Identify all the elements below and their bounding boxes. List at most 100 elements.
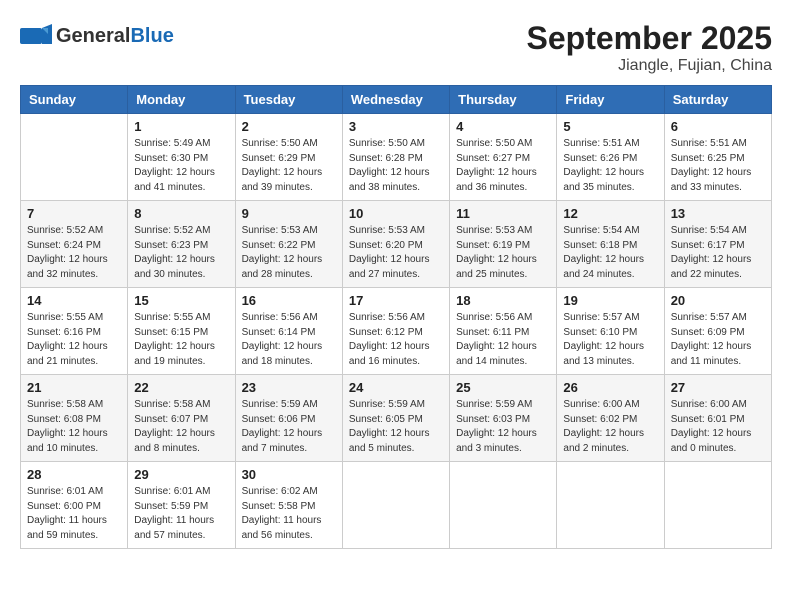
day-header-monday: Monday (128, 86, 235, 114)
day-info: Sunrise: 6:01 AM Sunset: 6:00 PM Dayligh… (27, 485, 121, 543)
day-number: 30 (242, 467, 336, 482)
day-info: Sunrise: 5:57 AM Sunset: 6:09 PM Dayligh… (671, 311, 765, 369)
calendar-cell: 4 Sunrise: 5:50 AM Sunset: 6:27 PM Daylig… (450, 114, 557, 201)
day-header-wednesday: Wednesday (342, 86, 449, 114)
calendar-cell: 6Sunrise: 5:51 AM Sunset: 6:25 PM Daylig… (664, 114, 771, 201)
day-number: 23 (242, 380, 336, 395)
day-info: Sunrise: 5:56 AM Sunset: 6:11 PM Dayligh… (456, 311, 550, 369)
day-number: 28 (27, 467, 121, 482)
day-info: Sunrise: 5:53 AM Sunset: 6:22 PM Dayligh… (242, 224, 336, 282)
day-number: 17 (349, 293, 443, 308)
logo-blue-text: Blue (130, 25, 173, 47)
day-info: Sunrise: 5:59 AM Sunset: 6:05 PM Dayligh… (349, 398, 443, 456)
day-number: 20 (671, 293, 765, 308)
day-number: 21 (27, 380, 121, 395)
day-number: 5 (563, 119, 657, 134)
day-info: Sunrise: 5:53 AM Sunset: 6:20 PM Dayligh… (349, 224, 443, 282)
day-header-sunday: Sunday (21, 86, 128, 114)
day-number: 8 (134, 206, 228, 221)
calendar-cell: 9 Sunrise: 5:53 AM Sunset: 6:22 PM Daylig… (235, 201, 342, 288)
day-header-saturday: Saturday (664, 86, 771, 114)
day-number: 6 (671, 119, 765, 134)
calendar-week-1: 1Sunrise: 5:49 AM Sunset: 6:30 PM Daylig… (21, 114, 772, 201)
day-number: 4 (456, 119, 550, 134)
calendar-cell: 20 Sunrise: 5:57 AM Sunset: 6:09 PM Dayli… (664, 288, 771, 375)
calendar-cell: 19 Sunrise: 5:57 AM Sunset: 6:10 PM Dayli… (557, 288, 664, 375)
calendar-week-2: 7Sunrise: 5:52 AM Sunset: 6:24 PM Daylig… (21, 201, 772, 288)
day-info: Sunrise: 5:52 AM Sunset: 6:23 PM Dayligh… (134, 224, 228, 282)
calendar-cell (664, 462, 771, 549)
day-info: Sunrise: 5:59 AM Sunset: 6:06 PM Dayligh… (242, 398, 336, 456)
calendar-cell: 21Sunrise: 5:58 AM Sunset: 6:08 PM Dayli… (21, 375, 128, 462)
day-header-tuesday: Tuesday (235, 86, 342, 114)
calendar-cell (557, 462, 664, 549)
day-number: 3 (349, 119, 443, 134)
day-info: Sunrise: 5:56 AM Sunset: 6:12 PM Dayligh… (349, 311, 443, 369)
calendar-cell: 29 Sunrise: 6:01 AM Sunset: 5:59 PM Dayli… (128, 462, 235, 549)
day-info: Sunrise: 5:50 AM Sunset: 6:27 PM Dayligh… (456, 137, 550, 195)
calendar-cell: 1Sunrise: 5:49 AM Sunset: 6:30 PM Daylig… (128, 114, 235, 201)
calendar-cell: 2 Sunrise: 5:50 AM Sunset: 6:29 PM Daylig… (235, 114, 342, 201)
logo-icon (20, 20, 52, 52)
day-info: Sunrise: 5:58 AM Sunset: 6:07 PM Dayligh… (134, 398, 228, 456)
day-number: 7 (27, 206, 121, 221)
page-title: September 2025 (527, 20, 772, 57)
day-number: 1 (134, 119, 228, 134)
calendar-cell: 28 Sunrise: 6:01 AM Sunset: 6:00 PM Dayli… (21, 462, 128, 549)
calendar-cell: 7Sunrise: 5:52 AM Sunset: 6:24 PM Daylig… (21, 201, 128, 288)
day-info: Sunrise: 5:59 AM Sunset: 6:03 PM Dayligh… (456, 398, 550, 456)
page-subtitle: Jiangle, Fujian, China (527, 57, 772, 75)
logo-general-text: General (56, 25, 130, 47)
day-info: Sunrise: 5:50 AM Sunset: 6:29 PM Dayligh… (242, 137, 336, 195)
day-info: Sunrise: 5:54 AM Sunset: 6:17 PM Dayligh… (671, 224, 765, 282)
day-info: Sunrise: 5:50 AM Sunset: 6:28 PM Dayligh… (349, 137, 443, 195)
calendar-table: SundayMondayTuesdayWednesdayThursdayFrid… (20, 85, 772, 549)
day-number: 29 (134, 467, 228, 482)
logo: GeneralBlue (20, 20, 174, 52)
day-info: Sunrise: 5:57 AM Sunset: 6:10 PM Dayligh… (563, 311, 657, 369)
day-info: Sunrise: 5:55 AM Sunset: 6:15 PM Dayligh… (134, 311, 228, 369)
calendar-week-5: 28 Sunrise: 6:01 AM Sunset: 6:00 PM Dayli… (21, 462, 772, 549)
calendar-cell: 13 Sunrise: 5:54 AM Sunset: 6:17 PM Dayli… (664, 201, 771, 288)
day-info: Sunrise: 6:01 AM Sunset: 5:59 PM Dayligh… (134, 485, 228, 543)
day-number: 13 (671, 206, 765, 221)
calendar-cell: 3 Sunrise: 5:50 AM Sunset: 6:28 PM Daylig… (342, 114, 449, 201)
calendar-cell (342, 462, 449, 549)
page-header: GeneralBlue September 2025 Jiangle, Fuji… (20, 20, 772, 75)
day-number: 16 (242, 293, 336, 308)
calendar-cell: 22 Sunrise: 5:58 AM Sunset: 6:07 PM Dayli… (128, 375, 235, 462)
calendar-cell: 16 Sunrise: 5:56 AM Sunset: 6:14 PM Dayli… (235, 288, 342, 375)
day-info: Sunrise: 6:00 AM Sunset: 6:02 PM Dayligh… (563, 398, 657, 456)
calendar-week-3: 14 Sunrise: 5:55 AM Sunset: 6:16 PM Dayli… (21, 288, 772, 375)
calendar-cell: 12Sunrise: 5:54 AM Sunset: 6:18 PM Dayli… (557, 201, 664, 288)
calendar-cell: 25Sunrise: 5:59 AM Sunset: 6:03 PM Dayli… (450, 375, 557, 462)
day-number: 14 (27, 293, 121, 308)
day-number: 10 (349, 206, 443, 221)
day-info: Sunrise: 5:56 AM Sunset: 6:14 PM Dayligh… (242, 311, 336, 369)
calendar-cell: 27Sunrise: 6:00 AM Sunset: 6:01 PM Dayli… (664, 375, 771, 462)
day-header-thursday: Thursday (450, 86, 557, 114)
day-number: 2 (242, 119, 336, 134)
day-info: Sunrise: 5:54 AM Sunset: 6:18 PM Dayligh… (563, 224, 657, 282)
day-number: 9 (242, 206, 336, 221)
calendar-cell: 17 Sunrise: 5:56 AM Sunset: 6:12 PM Dayli… (342, 288, 449, 375)
day-number: 11 (456, 206, 550, 221)
calendar-cell: 14 Sunrise: 5:55 AM Sunset: 6:16 PM Dayli… (21, 288, 128, 375)
day-info: Sunrise: 5:51 AM Sunset: 6:26 PM Dayligh… (563, 137, 657, 195)
day-number: 27 (671, 380, 765, 395)
calendar-cell: 10 Sunrise: 5:53 AM Sunset: 6:20 PM Dayli… (342, 201, 449, 288)
title-block: September 2025 Jiangle, Fujian, China (527, 20, 772, 75)
calendar-cell: 30Sunrise: 6:02 AM Sunset: 5:58 PM Dayli… (235, 462, 342, 549)
calendar-week-4: 21Sunrise: 5:58 AM Sunset: 6:08 PM Dayli… (21, 375, 772, 462)
day-number: 19 (563, 293, 657, 308)
calendar-cell (450, 462, 557, 549)
day-number: 24 (349, 380, 443, 395)
calendar-cell: 18 Sunrise: 5:56 AM Sunset: 6:11 PM Dayli… (450, 288, 557, 375)
calendar-cell: 11Sunrise: 5:53 AM Sunset: 6:19 PM Dayli… (450, 201, 557, 288)
day-info: Sunrise: 5:55 AM Sunset: 6:16 PM Dayligh… (27, 311, 121, 369)
calendar-cell (21, 114, 128, 201)
day-number: 18 (456, 293, 550, 308)
day-number: 26 (563, 380, 657, 395)
day-number: 15 (134, 293, 228, 308)
day-number: 22 (134, 380, 228, 395)
